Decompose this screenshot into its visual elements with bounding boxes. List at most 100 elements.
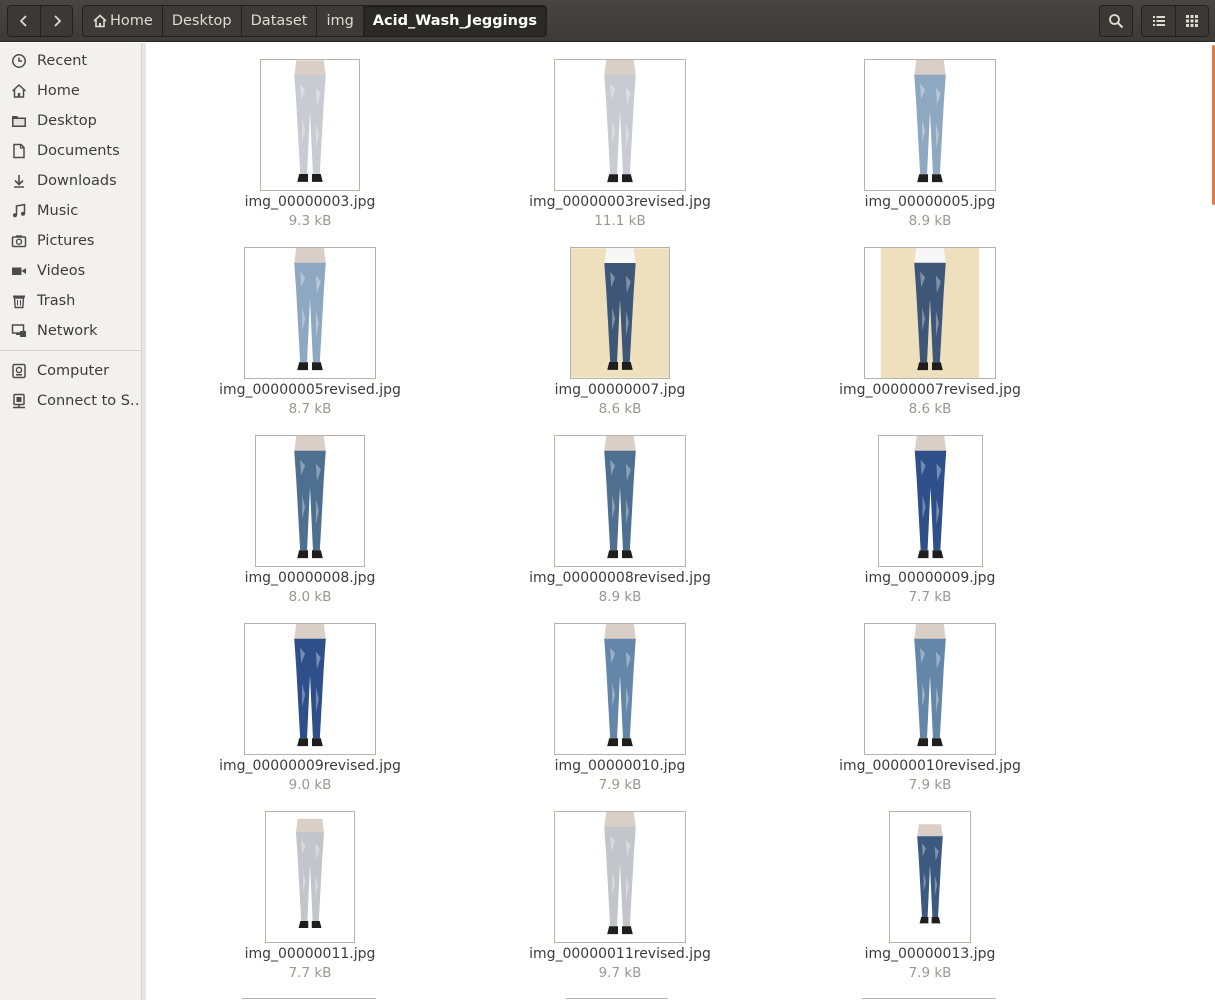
file-item[interactable]: img_00000011revised.jpg 9.7 kB — [495, 795, 745, 983]
file-item[interactable]: img_00000009revised.jpg 9.0 kB — [185, 607, 435, 795]
breadcrumb-home[interactable]: Home — [83, 6, 163, 36]
grid-view-button[interactable] — [1175, 6, 1208, 36]
search-button[interactable] — [1099, 5, 1133, 37]
file-thumbnail[interactable] — [554, 811, 686, 943]
file-name: img_00000003revised.jpg — [529, 194, 711, 210]
file-thumbnail[interactable] — [889, 811, 971, 943]
back-button[interactable] — [8, 6, 40, 36]
file-thumbnail[interactable] — [570, 247, 670, 379]
file-thumbnail[interactable] — [864, 59, 996, 191]
breadcrumb-label: Dataset — [250, 13, 308, 29]
file-size: 8.9 kB — [908, 213, 952, 229]
file-item[interactable]: img_00000009.jpg 7.7 kB — [805, 419, 1055, 607]
breadcrumb-img[interactable]: img — [317, 6, 364, 36]
file-name: img_00000003.jpg — [244, 194, 376, 210]
sidebar-item-music[interactable]: Music — [0, 197, 141, 225]
file-name: img_00000010revised.jpg — [839, 758, 1021, 774]
scrollbar[interactable] — [1209, 43, 1215, 1000]
jeans-photo — [571, 248, 669, 378]
file-item[interactable]: img_00000007.jpg 8.6 kB — [495, 231, 745, 419]
file-item[interactable]: img_00000010revised.jpg 7.9 kB — [805, 607, 1055, 795]
sidebar-item-computer[interactable]: Computer — [0, 357, 141, 385]
file-thumbnail[interactable] — [554, 435, 686, 567]
file-item[interactable]: img_00000011.jpg 7.7 kB — [185, 795, 435, 983]
sidebar-item-documents[interactable]: Documents — [0, 137, 141, 165]
sidebar-item-label: Home — [37, 83, 80, 99]
file-thumbnail[interactable] — [265, 811, 355, 943]
file-thumbnail[interactable] — [244, 623, 376, 755]
sidebar-item-videos[interactable]: Videos — [0, 257, 141, 285]
sidebar-item-network[interactable]: Network — [0, 317, 141, 345]
file-name: img_00000007.jpg — [554, 382, 686, 398]
file-thumbnail[interactable] — [864, 247, 996, 379]
list-view-icon — [1152, 16, 1165, 26]
breadcrumb-dataset[interactable]: Dataset — [242, 6, 318, 36]
camera-icon — [10, 232, 28, 250]
file-size: 9.0 kB — [288, 777, 332, 793]
jeans-photo — [880, 436, 980, 566]
file-size: 7.9 kB — [908, 777, 952, 793]
file-thumbnail[interactable] — [864, 623, 996, 755]
breadcrumb-label: img — [326, 13, 354, 29]
file-size: 7.7 kB — [288, 965, 332, 981]
computer-icon — [10, 362, 28, 380]
jeans-photo — [260, 248, 360, 378]
home-icon — [93, 14, 107, 28]
file-grid: img_00000003.jpg 9.3 kB img_00000003revise… — [146, 43, 1209, 1000]
sidebar-item-label: Desktop — [37, 113, 97, 129]
download-icon — [10, 172, 28, 190]
file-name: img_00000009revised.jpg — [219, 758, 401, 774]
jeans-photo — [266, 818, 354, 936]
sidebar-separator — [0, 350, 141, 351]
file-item[interactable]: img_00000013.jpg 7.9 kB — [805, 795, 1055, 983]
header-bar: Home Desktop Dataset img Acid_Wash_Jeggi… — [0, 0, 1215, 42]
sidebar-item-label: Trash — [37, 293, 76, 309]
file-thumbnail[interactable] — [554, 59, 686, 191]
file-item[interactable]: img_00000003revised.jpg 11.1 kB — [495, 43, 745, 231]
sidebar-item-label: Downloads — [37, 173, 117, 189]
sidebar-item-home[interactable]: Home — [0, 77, 141, 105]
file-name: img_00000008revised.jpg — [529, 570, 711, 586]
sidebar-item-label: Videos — [37, 263, 86, 279]
file-thumbnail[interactable] — [244, 247, 376, 379]
file-item[interactable]: img_00000010.jpg 7.9 kB — [495, 607, 745, 795]
jeans-photo — [570, 60, 670, 190]
sidebar-item-pictures[interactable]: Pictures — [0, 227, 141, 255]
sidebar-item-downloads[interactable]: Downloads — [0, 167, 141, 195]
sidebar-item-trash[interactable]: Trash — [0, 287, 141, 315]
file-size: 8.7 kB — [288, 401, 332, 417]
file-thumbnail[interactable] — [877, 435, 983, 567]
file-item[interactable]: img_00000007revised.jpg 8.6 kB — [805, 231, 1055, 419]
jeans-photo — [880, 624, 980, 754]
clock-icon — [10, 52, 28, 70]
sidebar-item-desktop[interactable]: Desktop — [0, 107, 141, 135]
file-item[interactable]: img_00000005revised.jpg 8.7 kB — [185, 231, 435, 419]
forward-button[interactable] — [40, 6, 72, 36]
file-item[interactable]: img_00000008.jpg 8.0 kB — [185, 419, 435, 607]
sidebar-item-label: Computer — [37, 363, 110, 379]
file-item[interactable]: img_00000008revised.jpg 8.9 kB — [495, 419, 745, 607]
file-size: 9.7 kB — [598, 965, 642, 981]
file-name: img_00000008.jpg — [244, 570, 376, 586]
grid-view-icon — [1186, 15, 1198, 27]
breadcrumb: Home Desktop Dataset img Acid_Wash_Jeggi… — [82, 5, 547, 37]
file-thumbnail[interactable] — [260, 59, 360, 191]
file-thumbnail[interactable] — [554, 623, 686, 755]
file-item[interactable]: img_00000003.jpg 9.3 kB — [185, 43, 435, 231]
file-name: img_00000009.jpg — [864, 570, 996, 586]
file-thumbnail[interactable] — [255, 435, 365, 567]
sidebar: Recent Home Desktop Documents Downloads … — [0, 43, 142, 1000]
file-item[interactable]: img_00000005.jpg 8.9 kB — [805, 43, 1055, 231]
breadcrumb-current[interactable]: Acid_Wash_Jeggings — [363, 6, 546, 36]
jeans-photo — [570, 624, 670, 754]
breadcrumb-label: Desktop — [171, 13, 232, 29]
breadcrumb-desktop[interactable]: Desktop — [163, 6, 242, 36]
file-size: 8.0 kB — [288, 589, 332, 605]
jeans-photo — [570, 812, 670, 942]
breadcrumb-label: Acid_Wash_Jeggings — [372, 13, 537, 29]
breadcrumb-label: Home — [110, 13, 153, 29]
file-size: 8.9 kB — [598, 589, 642, 605]
sidebar-item-recent[interactable]: Recent — [0, 47, 141, 75]
sidebar-item-connect-to-server[interactable]: Connect to S… — [0, 387, 141, 415]
list-view-button[interactable] — [1142, 6, 1175, 36]
